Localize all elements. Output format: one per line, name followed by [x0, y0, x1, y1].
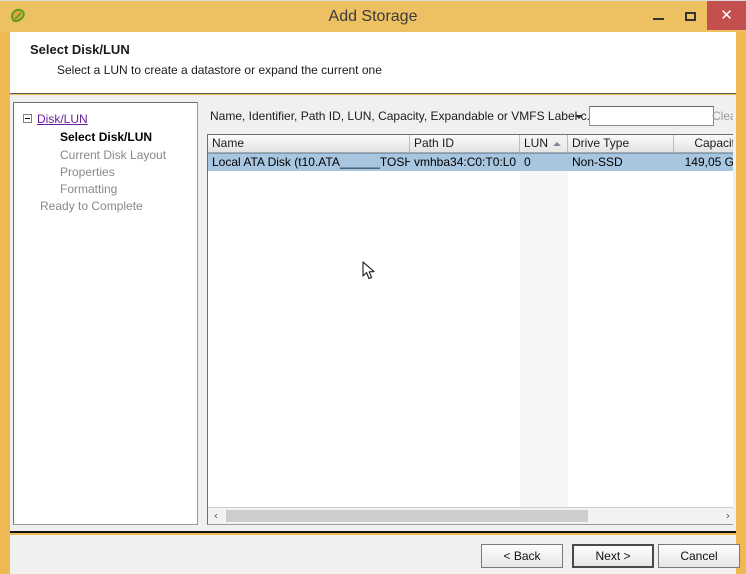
cell-lun: 0 — [524, 155, 531, 169]
minimize-button[interactable] — [641, 1, 675, 30]
disk-table: Name Path ID LUN Drive Type Capacity — [207, 134, 733, 525]
cell-capacity: 149,05 GB — [684, 155, 733, 169]
column-header-capacity[interactable]: Capacity — [674, 135, 733, 152]
title-bar: Add Storage ✕ — [0, 0, 746, 32]
sidebar-item-label: Current Disk Layout — [60, 148, 167, 162]
sidebar-item-label: Formatting — [60, 182, 118, 196]
tree-collapse-icon[interactable] — [23, 114, 32, 124]
wizard-step-nav: Disk/LUN Select Disk/LUN Current Disk La… — [13, 102, 198, 525]
sidebar-item-disk-lun[interactable]: Disk/LUN — [23, 111, 88, 127]
close-icon: ✕ — [720, 6, 733, 24]
clear-filter-button[interactable]: Clear — [712, 109, 733, 123]
dialog-footer: < Back Next > Cancel — [10, 535, 740, 574]
sidebar-root-label: Disk/LUN — [37, 111, 88, 126]
column-header-lun[interactable]: LUN — [520, 135, 568, 152]
sidebar-item-ready-to-complete[interactable]: Ready to Complete — [14, 198, 197, 215]
disk-selection-panel: Name, Identifier, Path ID, LUN, Capacity… — [203, 102, 733, 525]
page-subtitle: Select a LUN to create a datastore or ex… — [57, 63, 382, 77]
scrollbar-thumb[interactable] — [226, 510, 588, 522]
sort-ascending-icon — [553, 141, 562, 146]
horizontal-scrollbar[interactable]: ‹ › — [208, 507, 733, 524]
sidebar-item-label: Properties — [60, 165, 115, 179]
scroll-left-icon[interactable]: ‹ — [208, 508, 224, 524]
maximize-icon — [685, 12, 696, 21]
wizard-body: Disk/LUN Select Disk/LUN Current Disk La… — [10, 95, 736, 533]
maximize-button[interactable] — [675, 1, 707, 30]
window-title: Add Storage — [328, 8, 418, 25]
scroll-right-icon[interactable]: › — [720, 508, 733, 524]
column-header-label: LUN — [524, 136, 549, 150]
add-storage-window: Add Storage ✕ Select Disk/LUN Select a L… — [0, 0, 746, 574]
sidebar-item-formatting[interactable]: Formatting — [14, 181, 197, 198]
table-header-row: Name Path ID LUN Drive Type Capacity — [208, 135, 733, 153]
page-title: Select Disk/LUN — [30, 42, 130, 57]
column-header-label: Path ID — [414, 136, 455, 150]
table-row[interactable]: Local ATA Disk (t10.ATA______TOSH... vmh… — [208, 153, 733, 171]
cell-name: Local ATA Disk (t10.ATA______TOSH... — [212, 155, 410, 169]
column-header-label: Capacity — [694, 136, 733, 150]
sidebar-item-select-disk-lun[interactable]: Select Disk/LUN — [14, 129, 197, 146]
column-header-name[interactable]: Name — [208, 135, 410, 152]
column-header-label: Name — [212, 136, 245, 150]
wizard-header: Select Disk/LUN Select a LUN to create a… — [10, 32, 736, 94]
cell-path-id: vmhba34:C0:T0:L0 — [414, 155, 517, 169]
close-button[interactable]: ✕ — [707, 1, 746, 30]
cell-drive-type: Non-SSD — [572, 155, 623, 169]
back-button[interactable]: < Back — [481, 544, 563, 568]
sidebar-item-label: Select Disk/LUN — [60, 130, 153, 144]
column-header-drive-type[interactable]: Drive Type — [568, 135, 674, 152]
sidebar-item-current-disk-layout[interactable]: Current Disk Layout — [14, 147, 197, 164]
sidebar-item-properties[interactable]: Properties — [14, 164, 197, 181]
sorted-column-band — [520, 153, 568, 507]
cancel-button[interactable]: Cancel — [658, 544, 740, 568]
sidebar-item-label: Ready to Complete — [40, 199, 143, 213]
search-input[interactable] — [589, 106, 714, 126]
minimize-icon — [653, 18, 664, 20]
column-header-path-id[interactable]: Path ID — [410, 135, 520, 152]
filter-criteria-label[interactable]: Name, Identifier, Path ID, LUN, Capacity… — [210, 109, 597, 123]
next-button[interactable]: Next > — [572, 544, 654, 568]
column-header-label: Drive Type — [572, 136, 630, 150]
chevron-down-icon[interactable] — [575, 115, 583, 119]
filter-bar: Name, Identifier, Path ID, LUN, Capacity… — [203, 102, 733, 132]
